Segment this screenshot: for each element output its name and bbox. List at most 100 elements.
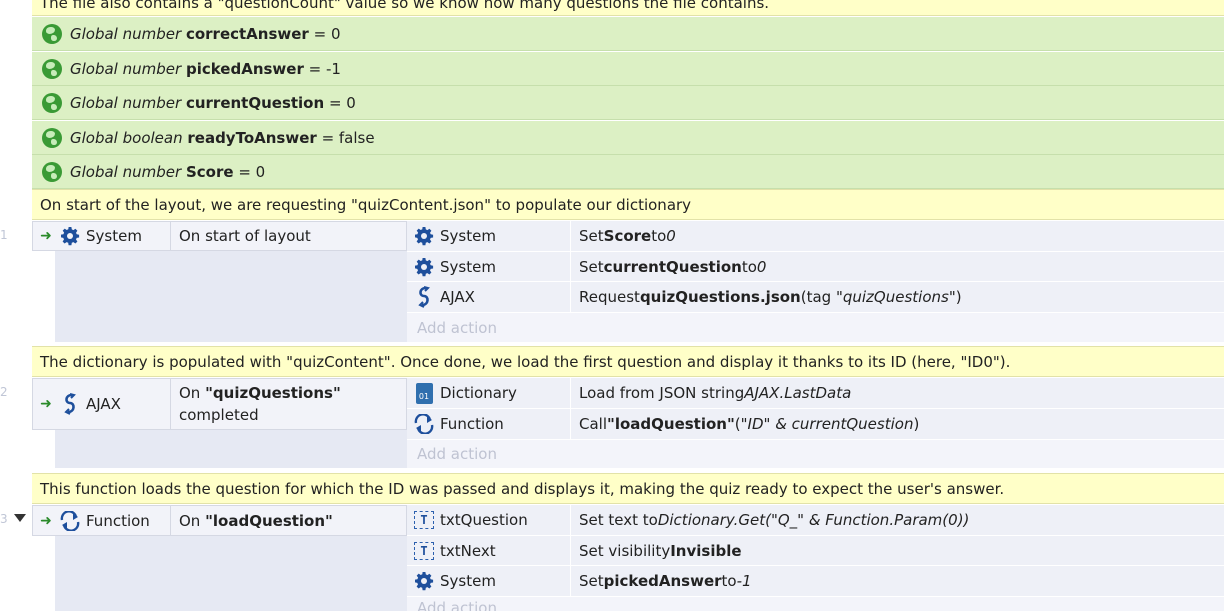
action-row[interactable]: System Set Score to 0 xyxy=(407,221,1224,252)
condition-row[interactable]: ➜ Function On "loadQuestion" xyxy=(32,505,407,536)
globe-icon xyxy=(42,127,62,148)
event-number: 2 xyxy=(0,385,8,399)
condition-object-name: Function xyxy=(86,511,150,530)
add-action-button[interactable]: Add action xyxy=(407,440,1224,468)
condition-row[interactable]: ➜ AJAX On "quizQuestions" completed xyxy=(32,378,407,430)
comment-row[interactable]: On start of the layout, we are requestin… xyxy=(32,189,1224,220)
condition-row[interactable]: ➜ System On start of layout xyxy=(32,221,407,251)
global-value: = -1 xyxy=(308,59,341,78)
action-object: 01 Dictionary xyxy=(407,378,570,408)
action-object-name: System xyxy=(440,257,496,276)
global-value: = false xyxy=(321,128,375,147)
gear-icon xyxy=(59,225,81,247)
action-object: T txtQuestion xyxy=(407,505,570,535)
action-row[interactable]: System Set currentQuestion to 0 xyxy=(407,252,1224,282)
action-object-name: AJAX xyxy=(440,288,475,306)
action-row[interactable]: T txtNext Set visibility Invisible xyxy=(407,536,1224,566)
global-name: currentQuestion xyxy=(185,93,325,112)
function-icon xyxy=(413,413,435,435)
global-name: readyToAnswer xyxy=(187,128,317,147)
global-name: Score xyxy=(185,162,234,181)
action-object-name: txtQuestion xyxy=(440,511,528,529)
global-variable-row[interactable]: Global number Score = 0 xyxy=(32,155,1224,189)
text-object-icon: T xyxy=(413,509,435,531)
arrow-right-icon: ➜ xyxy=(40,396,52,412)
global-type: Global number xyxy=(70,93,182,112)
comment-row[interactable]: The dictionary is populated with "quizCo… xyxy=(32,346,1224,377)
collapse-toggle[interactable] xyxy=(12,510,28,526)
action-object-name: Dictionary xyxy=(440,384,517,402)
action-text: Set Score to 0 xyxy=(570,221,676,251)
gear-icon xyxy=(413,225,435,247)
condition-object-name: System xyxy=(86,227,142,245)
action-object: System xyxy=(407,252,570,281)
ajax-icon xyxy=(59,393,81,415)
event-number: 1 xyxy=(0,228,8,242)
global-type: Global boolean xyxy=(70,128,183,147)
comment-text: The dictionary is populated with "quizCo… xyxy=(40,352,1011,371)
comment-row[interactable]: This function loads the question for whi… xyxy=(32,473,1224,504)
event-number: 3 xyxy=(0,512,8,526)
action-object: System xyxy=(407,221,570,251)
global-variable-row[interactable]: Global number pickedAnswer = -1 xyxy=(32,52,1224,86)
global-variable-row[interactable]: Global number currentQuestion = 0 xyxy=(32,86,1224,120)
global-value: = 0 xyxy=(238,162,266,181)
action-text: Set text to Dictionary.Get("Q_" & Functi… xyxy=(570,505,969,535)
action-object: Function xyxy=(407,409,570,439)
action-object-name: System xyxy=(440,572,496,590)
text-object-icon: T xyxy=(413,540,435,562)
comment-text: On start of the layout, we are requestin… xyxy=(40,195,692,214)
action-object: T txtNext xyxy=(407,536,570,565)
gear-icon xyxy=(413,570,435,592)
event-block-body xyxy=(55,250,407,342)
global-name: pickedAnswer xyxy=(185,59,304,78)
arrow-right-icon: ➜ xyxy=(40,512,52,529)
add-action-label: Add action xyxy=(417,445,497,463)
comment-row[interactable]: The file also contains a "questionCount"… xyxy=(32,0,1224,16)
action-text: Load from JSON string AJAX.LastData xyxy=(570,378,851,408)
action-row[interactable]: Function Call "loadQuestion" (" ID" & cur… xyxy=(407,409,1224,440)
global-value: = 0 xyxy=(328,93,356,112)
action-object-name: txtNext xyxy=(440,541,496,560)
global-variable-row[interactable]: Global boolean readyToAnswer = false xyxy=(32,121,1224,155)
dictionary-icon: 01 xyxy=(413,382,435,404)
action-text: Set currentQuestion to 0 xyxy=(570,252,766,281)
function-icon xyxy=(59,510,81,532)
action-row[interactable]: T txtQuestion Set text to Dictionary.Get… xyxy=(407,505,1224,536)
condition-object-name: AJAX xyxy=(86,395,121,413)
action-row[interactable]: System Set pickedAnswer to -1 xyxy=(407,566,1224,597)
add-action-button[interactable]: Add action xyxy=(407,597,1224,611)
global-type: Global number xyxy=(70,162,182,181)
gear-icon xyxy=(413,256,435,278)
action-object-name: Function xyxy=(440,415,504,433)
action-object-name: System xyxy=(440,227,496,245)
global-value: = 0 xyxy=(313,24,341,43)
action-object: AJAX xyxy=(407,282,570,312)
event-block-body xyxy=(55,430,407,468)
action-text: Set pickedAnswer to -1 xyxy=(570,566,752,596)
action-text: Request quizQuestions.json (tag " quizQue… xyxy=(570,282,962,312)
add-action-label: Add action xyxy=(417,318,497,337)
condition-object[interactable]: ➜ AJAX xyxy=(33,379,171,429)
add-action-button[interactable]: Add action xyxy=(407,313,1224,342)
action-text: Call "loadQuestion" (" ID" & currentQuest… xyxy=(570,409,919,439)
condition-text[interactable]: On "loadQuestion" xyxy=(171,510,333,532)
action-row[interactable]: 01 Dictionary Load from JSON string AJAX… xyxy=(407,378,1224,409)
add-action-label: Add action xyxy=(417,599,497,611)
condition-text[interactable]: On start of layout xyxy=(171,225,311,247)
ajax-icon xyxy=(413,286,435,308)
condition-object[interactable]: ➜ System xyxy=(33,222,171,250)
global-name: correctAnswer xyxy=(185,24,309,43)
comment-text: This function loads the question for whi… xyxy=(40,479,1005,498)
triangle-down-icon xyxy=(14,514,26,522)
global-variable-row[interactable]: Global number correctAnswer = 0 xyxy=(32,17,1224,51)
event-block-body xyxy=(55,535,407,611)
condition-text[interactable]: On "quizQuestions" completed xyxy=(171,382,341,426)
action-row[interactable]: AJAX Request quizQuestions.json (tag " qu… xyxy=(407,282,1224,313)
action-text: Set visibility Invisible xyxy=(570,536,742,565)
comment-text: The file also contains a "questionCount"… xyxy=(40,0,770,12)
action-object: System xyxy=(407,566,570,596)
condition-object[interactable]: ➜ Function xyxy=(33,506,171,535)
arrow-right-icon: ➜ xyxy=(40,228,52,244)
globe-icon xyxy=(42,161,62,182)
